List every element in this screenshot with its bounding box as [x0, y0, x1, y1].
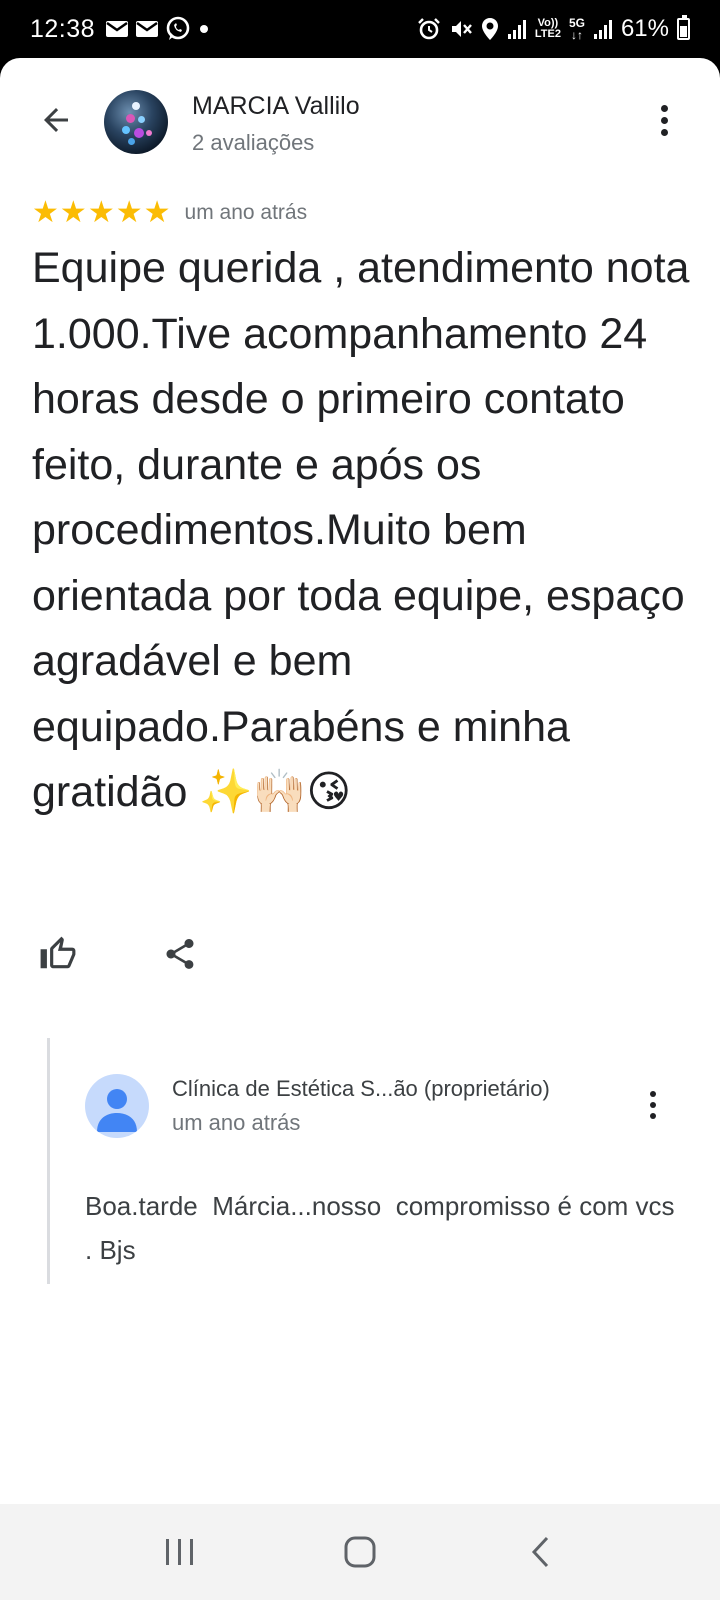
review-text: Equipe querida , atendimento nota 1.000.… [32, 244, 690, 816]
reviewer-name[interactable]: MARCIA Vallilo [192, 92, 360, 121]
mail-icon [106, 21, 129, 37]
reviewer-review-count: 2 avaliações [192, 130, 315, 155]
thumb-up-icon [40, 936, 76, 969]
star-icon: ★ [143, 196, 171, 229]
arrow-back-icon [44, 108, 68, 132]
mail-icon [136, 21, 159, 37]
review-date: um ano atrás [184, 201, 308, 224]
status-time: 12:38 [30, 14, 96, 43]
recent-apps-icon [166, 1539, 193, 1565]
reply-text: Boa.tarde Márcia...nosso compromisso é c… [85, 1191, 682, 1265]
share-icon [166, 939, 194, 969]
reply-more-button[interactable] [636, 1088, 670, 1122]
home-icon [344, 1536, 376, 1568]
dot-icon [200, 25, 209, 33]
status-bar: 12:38 Vo)) LTE2 5G ↓↑ 61% [0, 0, 720, 58]
person-icon [97, 1089, 137, 1132]
battery-icon [677, 15, 690, 40]
volte-badge: Vo)) LTE2 [534, 17, 561, 40]
owner-reply: Clínica de Estética S...ão (proprietário… [47, 1038, 687, 1284]
star-rating: ★ ★ ★ ★ ★ [32, 198, 171, 228]
battery-percent: 61% [620, 15, 669, 42]
reply-date: um ano atrás [172, 1110, 301, 1135]
more-vert-icon [650, 1091, 656, 1097]
nav-back-button[interactable] [510, 1522, 570, 1582]
more-options-button[interactable] [644, 100, 684, 140]
system-nav-bar [0, 1504, 720, 1600]
location-icon [481, 18, 498, 40]
status-right: Vo)) LTE2 5G ↓↑ 61% [417, 15, 690, 43]
owner-avatar [85, 1074, 149, 1138]
review-header: MARCIA Vallilo 2 avaliações [0, 58, 720, 188]
whatsapp-icon [166, 16, 190, 40]
user-avatar[interactable] [104, 90, 168, 154]
signal-icon [593, 20, 612, 39]
star-icon: ★ [115, 196, 143, 229]
mute-icon [451, 21, 472, 37]
star-icon: ★ [87, 196, 115, 229]
signal-icon [507, 20, 526, 39]
notification-icons [105, 16, 211, 42]
rating-row: ★ ★ ★ ★ ★ um ano atrás [32, 198, 307, 228]
review-actions [36, 932, 202, 976]
alarm-icon [418, 18, 440, 40]
nav-back-icon [531, 1536, 549, 1568]
share-button[interactable] [158, 932, 202, 976]
network-5g-badge: 5G ↓↑ [568, 16, 585, 42]
star-icon: ★ [59, 196, 87, 229]
more-vert-icon [660, 104, 668, 112]
back-button[interactable] [34, 98, 78, 142]
home-button[interactable] [330, 1522, 390, 1582]
recent-apps-button[interactable] [150, 1522, 210, 1582]
star-icon: ★ [32, 196, 59, 229]
like-button[interactable] [36, 932, 80, 976]
owner-name: Clínica de Estética S...ão (proprietário… [172, 1076, 550, 1101]
review-sheet: MARCIA Vallilo 2 avaliações ★ ★ ★ ★ ★ um… [0, 58, 720, 1504]
